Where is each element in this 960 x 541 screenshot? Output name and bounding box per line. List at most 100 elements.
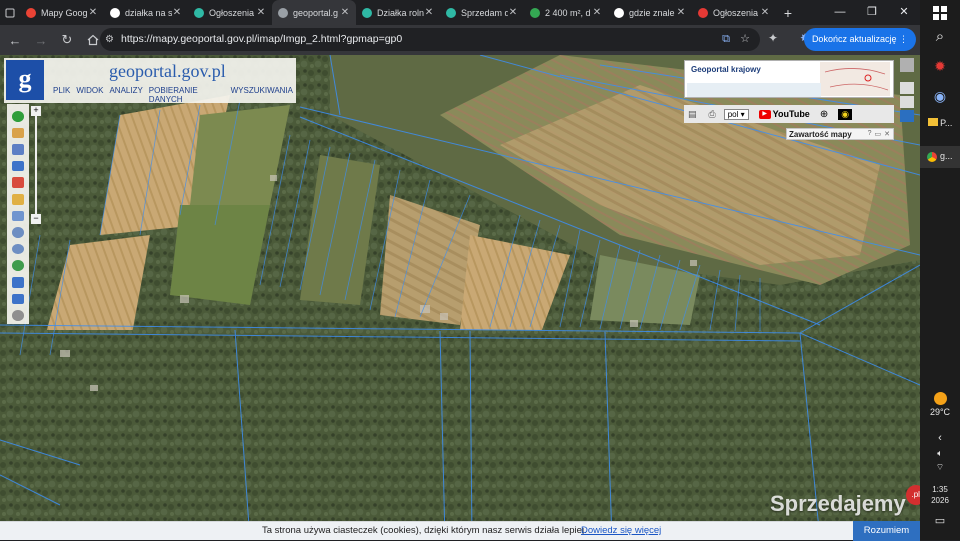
zoom-in-tool-icon[interactable]	[12, 227, 24, 238]
view-eye-icon[interactable]	[900, 110, 914, 122]
browser-tab[interactable]: 2 400 m², d ✕	[524, 0, 608, 25]
weather-widget[interactable]: 29°C	[920, 392, 960, 417]
back-button[interactable]: ←	[4, 29, 26, 51]
browser-tab[interactable]: gdzie znale ✕	[608, 0, 692, 25]
tab-close-icon[interactable]: ✕	[592, 7, 602, 18]
reload-button[interactable]: ↻	[56, 29, 78, 51]
browser-tab[interactable]: działka na s ✕	[104, 0, 188, 25]
youtube-link[interactable]: ▶ YouTube	[758, 109, 810, 119]
list-icon[interactable]: ▤	[688, 109, 697, 120]
install-app-icon[interactable]: ⧉	[722, 28, 730, 51]
forward-button[interactable]: →	[30, 29, 52, 51]
document-tool-icon[interactable]	[12, 144, 24, 155]
new-tab-button[interactable]: +	[776, 5, 800, 21]
tab-title: gdzie znale	[629, 7, 675, 18]
folder-app-icon[interactable]: P...	[920, 118, 960, 128]
browser-tab[interactable]: Działka roln ✕	[356, 0, 440, 25]
tab-close-icon[interactable]: ✕	[424, 7, 434, 18]
notification-icon[interactable]: ▭	[920, 514, 960, 527]
cookie-accept-button[interactable]: Rozumiem	[853, 521, 920, 541]
windows-start-icon[interactable]	[920, 6, 960, 25]
overview-panel: Geoportal krajowy	[684, 60, 894, 98]
volume-icon[interactable]: 🔈︎	[920, 448, 960, 459]
previous-view-icon[interactable]	[12, 277, 24, 288]
tab-close-icon[interactable]: ✕	[508, 7, 518, 18]
eye-toggle-icon[interactable]: ◉	[838, 108, 853, 120]
clock[interactable]: 1:35 2026	[920, 484, 960, 506]
geoportal-logo[interactable]: g	[6, 60, 44, 100]
address-bar[interactable]: ⚙ https://mapy.geoportal.gov.pl/imap/Img…	[100, 28, 760, 51]
tab-close-icon[interactable]: ✕	[88, 7, 98, 18]
print-icon[interactable]: ⎙	[709, 109, 716, 120]
browser-tab[interactable]: Ogłoszenia ✕	[188, 0, 272, 25]
bookmark-star-icon[interactable]: ☆	[740, 28, 750, 51]
scroll-up-icon[interactable]	[900, 82, 914, 94]
panel-control-button[interactable]: ✕	[884, 130, 890, 138]
tab-close-icon[interactable]: ✕	[676, 7, 686, 18]
menu-item[interactable]: ANALIZY	[109, 86, 142, 104]
extensions-icon[interactable]: ✦	[768, 31, 778, 45]
map-contents-panel[interactable]: Zawartość mapy ? ▭ ✕	[786, 128, 894, 140]
chrome-taskbar-item[interactable]: g...	[920, 146, 960, 168]
browser-tab[interactable]: Ogłoszenia ✕	[692, 0, 776, 25]
browser-tab[interactable]: Mapy Goog ✕	[20, 0, 104, 25]
more-menu-icon: ⋮	[899, 34, 908, 44]
map-viewport[interactable]: g geoportal.gov.pl PLIK WIDOK ANALIZY POBIE…	[0, 55, 920, 540]
arrow-right-icon: →	[34, 32, 48, 48]
scale-tool-icon[interactable]	[12, 210, 24, 222]
globe-tool-icon[interactable]	[12, 260, 24, 272]
tab-search-button[interactable]	[0, 0, 20, 25]
tab-close-icon[interactable]: ✕	[340, 7, 350, 18]
zoom-out-tool-icon[interactable]	[12, 243, 24, 255]
layers-tool-icon[interactable]	[12, 160, 24, 172]
network-icon[interactable]: ⌔	[920, 462, 960, 473]
cookie-bar: Ta strona używa ciasteczek (cookies), dz…	[0, 521, 920, 541]
toggle-panel-icon[interactable]	[900, 58, 914, 72]
camera-app-icon[interactable]: ◉	[920, 88, 960, 105]
panel-control-button[interactable]: ?	[868, 130, 872, 138]
language-value: pol	[727, 109, 739, 119]
settings-tool-icon[interactable]	[12, 310, 24, 321]
browser-tab[interactable]: geoportal.g ✕	[272, 0, 356, 25]
tab-close-icon[interactable]: ✕	[256, 7, 266, 18]
menu-item[interactable]: POBIERANIE DANYCH	[149, 86, 225, 104]
info-tool-icon[interactable]	[12, 111, 24, 122]
finish-update-button[interactable]: Dokończ aktualizację ⋮	[803, 28, 916, 51]
measure-tool-icon[interactable]	[12, 194, 24, 205]
scroll-down-icon[interactable]	[900, 96, 914, 108]
watermark-badge: .pl	[905, 485, 920, 505]
language-select[interactable]: pol ▾	[723, 108, 749, 120]
zoom-in-button[interactable]: +	[31, 106, 41, 116]
help-globe-icon[interactable]: ⊕	[820, 109, 828, 120]
arrow-left-icon: ←	[8, 32, 22, 48]
app-icon-red[interactable]: ✹	[920, 58, 960, 75]
minimize-button[interactable]: —	[824, 0, 856, 25]
close-window-button[interactable]: ✕	[888, 0, 920, 25]
pan-tool-icon[interactable]	[12, 127, 24, 139]
zoom-slider[interactable]: + −	[31, 106, 41, 226]
next-view-icon[interactable]	[12, 293, 24, 305]
chevron-left-icon[interactable]: ‹	[920, 432, 960, 444]
folder-icon	[927, 118, 938, 126]
restore-button[interactable]: ❐	[856, 0, 888, 25]
tab-close-icon[interactable]: ✕	[760, 7, 770, 18]
site-info-icon[interactable]: ⚙	[105, 28, 114, 51]
menu-item[interactable]: PLIK	[53, 86, 70, 104]
zoom-track[interactable]	[35, 116, 37, 214]
menu-item[interactable]: WIDOK	[76, 86, 103, 104]
utility-bar: ▤ ⎙ pol ▾ ▶ YouTube ⊕ ◉	[684, 105, 894, 123]
panel-control-button[interactable]: ▭	[875, 130, 882, 138]
overview-title: Geoportal krajowy	[691, 65, 761, 74]
menu-item[interactable]: WYSZUKIWANIA	[231, 86, 293, 104]
window-controls: — ❐ ✕	[824, 0, 920, 25]
reload-icon: ↻	[61, 32, 73, 47]
search-icon[interactable]: ⌕	[920, 28, 960, 45]
logo-letter: g	[18, 64, 32, 93]
browser-tab[interactable]: Sprzedam d ✕	[440, 0, 524, 25]
zoom-out-button[interactable]: −	[31, 214, 41, 224]
print-tool-icon[interactable]	[12, 177, 24, 189]
cookie-more-link[interactable]: Dowiedz się więcej	[581, 525, 661, 536]
overview-minimap[interactable]	[820, 62, 890, 96]
tab-close-icon[interactable]: ✕	[172, 7, 182, 18]
tab-favicon-icon	[614, 7, 624, 18]
